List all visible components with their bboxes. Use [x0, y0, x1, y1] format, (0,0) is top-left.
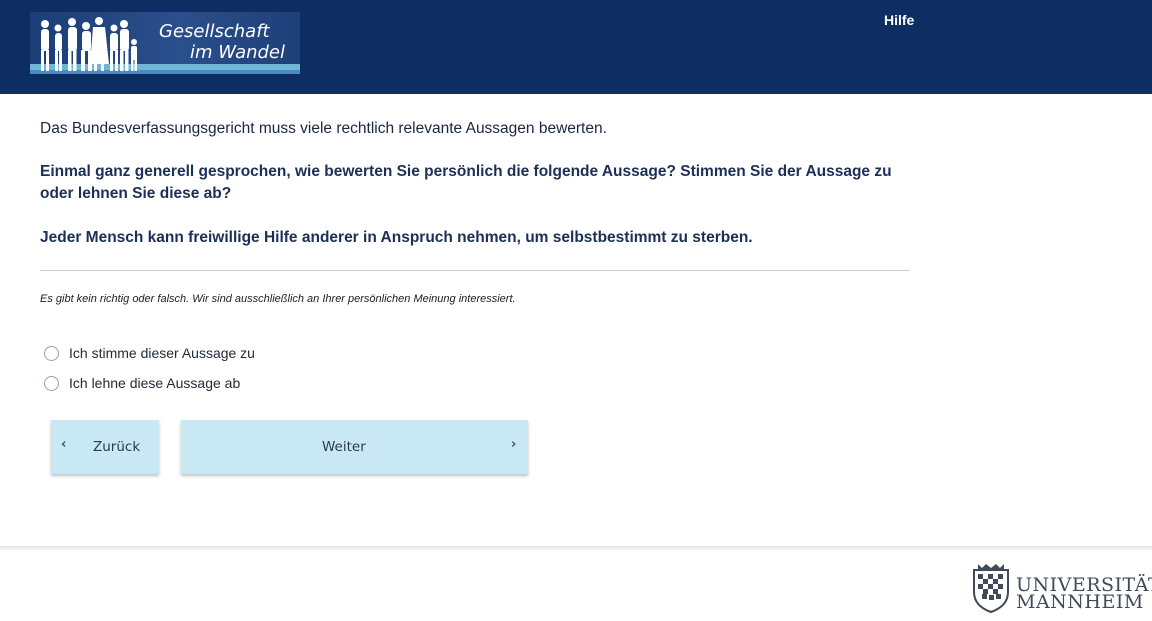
universitaet-mannheim-logo: UNIVERSITÄT MANNHEIM	[968, 562, 1152, 614]
survey-content: Das Bundesverfassungsgericht muss viele …	[40, 118, 910, 305]
back-button-label: Zurück	[93, 439, 141, 455]
gesellschaft-im-wandel-logo: Gesellschaft im Wandel	[30, 12, 300, 74]
help-link[interactable]: Hilfe	[884, 12, 914, 28]
logo-title-line1: Gesellschaft	[159, 21, 270, 42]
back-button[interactable]: ‹ Zurück	[51, 420, 159, 474]
next-button-label: Weiter	[322, 439, 366, 455]
university-crest-icon	[973, 564, 1009, 614]
logo-title-line2: im Wandel	[190, 42, 286, 63]
question-text: Einmal ganz generell gesprochen, wie bew…	[40, 163, 892, 202]
option-agree[interactable]: Ich stimme dieser Aussage zu	[44, 343, 255, 363]
chevron-left-icon: ‹	[61, 437, 67, 452]
option-disagree-label[interactable]: Ich lehne diese Aussage ab	[69, 375, 240, 391]
instruction-note: Es gibt kein richtig oder falsch. Wir si…	[40, 293, 516, 305]
intro-text: Das Bundesverfassungsgericht muss viele …	[40, 120, 607, 137]
disagree-radio[interactable]	[44, 375, 59, 391]
agree-radio[interactable]	[44, 345, 59, 361]
next-button[interactable]: Weiter ›	[181, 420, 528, 474]
university-name-line2: MANNHEIM	[1016, 591, 1144, 613]
divider	[40, 270, 910, 271]
footer-divider	[0, 546, 1152, 550]
option-disagree[interactable]: Ich lehne diese Aussage ab	[44, 373, 240, 393]
site-header: Gesellschaft im Wandel Hilfe	[0, 0, 1152, 94]
option-agree-label[interactable]: Ich stimme dieser Aussage zu	[69, 345, 255, 361]
chevron-right-icon: ›	[511, 437, 517, 452]
statement-text: Jeder Mensch kann freiwillige Hilfe ande…	[40, 229, 753, 246]
